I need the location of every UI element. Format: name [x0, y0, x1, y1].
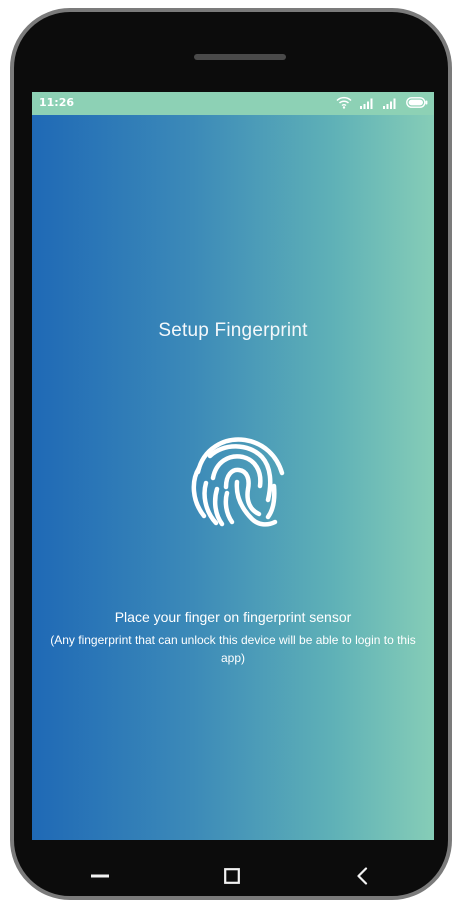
fingerprint-icon — [182, 426, 292, 536]
menu-icon[interactable] — [88, 864, 112, 888]
back-icon[interactable] — [350, 864, 374, 888]
status-icons — [336, 96, 428, 109]
status-bar: 11:26 — [32, 92, 434, 115]
wifi-icon — [336, 96, 352, 109]
phone-frame: 11:26 Setup Fingerprint Place your finge… — [10, 8, 452, 900]
screen: 11:26 Setup Fingerprint Place your finge… — [32, 92, 434, 840]
home-icon[interactable] — [220, 864, 244, 888]
note-text: (Any fingerprint that can unlock this de… — [50, 633, 416, 665]
signal-icon — [383, 97, 398, 109]
battery-icon — [406, 97, 428, 108]
speaker-grill — [194, 54, 286, 60]
page-title: Setup Fingerprint — [158, 320, 308, 341]
nav-bar — [14, 840, 448, 900]
signal-icon — [360, 97, 375, 109]
status-time: 11:26 — [39, 96, 75, 109]
instruction-text: Place your finger on fingerprint sensor — [114, 609, 352, 625]
